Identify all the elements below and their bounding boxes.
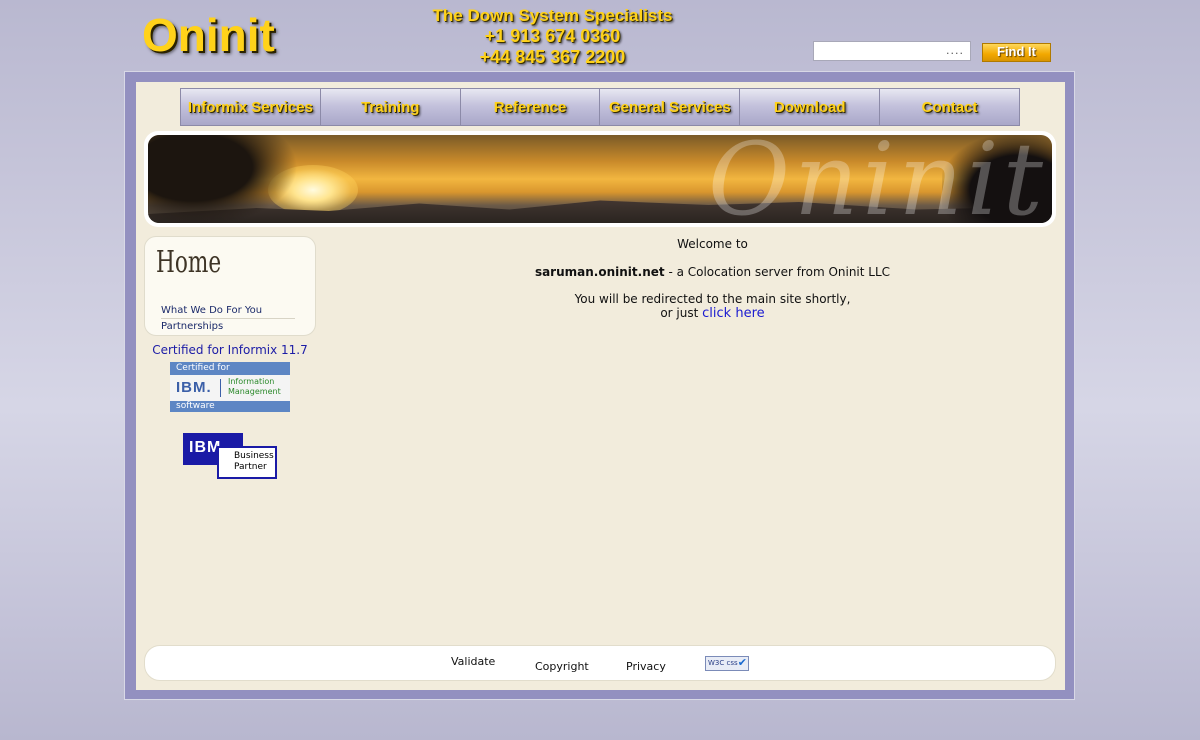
welcome-text: Welcome to bbox=[677, 237, 748, 251]
footer-copyright-link[interactable]: Copyright bbox=[535, 660, 589, 673]
server-line: saruman.oninit.net - a Colocation server… bbox=[420, 264, 1005, 280]
nav-general-services[interactable]: General Services bbox=[600, 89, 741, 125]
nav-informix-services[interactable]: Informix Services bbox=[181, 89, 321, 125]
badge-product-line2: Management bbox=[228, 387, 281, 396]
tree-silhouette-left bbox=[148, 135, 298, 223]
footer-validate-link[interactable]: Validate bbox=[451, 655, 495, 668]
sidebar-link-what-we-do[interactable]: What We Do For You bbox=[161, 303, 295, 319]
sidebar-title: Home bbox=[156, 245, 222, 280]
sidebar-link-partnerships[interactable]: Partnerships bbox=[161, 319, 295, 334]
banner: Oninit bbox=[144, 131, 1056, 227]
main-content: Welcome to saruman.oninit.net - a Coloca… bbox=[420, 236, 1005, 321]
site-logo[interactable]: Oninit bbox=[142, 8, 275, 62]
banner-watermark: Oninit bbox=[708, 135, 1047, 223]
ibm-certified-badge[interactable]: Certified for IBM. Information Managemen… bbox=[170, 362, 290, 412]
w3c-css-badge[interactable]: W3C css ✔ bbox=[705, 656, 749, 671]
nav-contact[interactable]: Contact bbox=[880, 89, 1019, 125]
click-here-link[interactable]: click here bbox=[702, 306, 764, 321]
redirect-line: You will be redirected to the main site … bbox=[574, 292, 851, 306]
partner-line1: Business bbox=[234, 451, 274, 461]
header-tagline-block: The Down System Specialists +1 913 674 0… bbox=[410, 5, 695, 68]
or-just-text: or just bbox=[660, 306, 703, 320]
phone-uk: +44 845 367 2200 bbox=[479, 47, 626, 67]
badge-product: Information Management bbox=[228, 377, 281, 397]
badge-product-line1: Information bbox=[228, 377, 275, 386]
footer-privacy-link[interactable]: Privacy bbox=[626, 660, 666, 673]
ibm-logo-text: IBM. bbox=[176, 379, 212, 396]
sidebar-links: What We Do For You Partnerships bbox=[161, 303, 295, 334]
nav-download[interactable]: Download bbox=[740, 89, 881, 125]
partner-line2: Partner bbox=[234, 462, 267, 472]
checkmark-icon: ✔ bbox=[737, 656, 747, 669]
badge-bottom-text: software bbox=[176, 401, 215, 411]
badge-top-text: Certified for bbox=[176, 363, 230, 373]
main-nav: Informix Services Training Reference Gen… bbox=[180, 88, 1020, 126]
ibm-partner-label[interactable]: Business Partner bbox=[217, 446, 277, 479]
badge-middle: IBM. Information Management bbox=[170, 375, 290, 401]
nav-reference[interactable]: Reference bbox=[461, 89, 601, 125]
certified-informix-text: Certified for Informix 11.7 bbox=[152, 343, 308, 357]
tagline: The Down System Specialists bbox=[432, 6, 673, 25]
find-it-button[interactable]: Find It bbox=[982, 43, 1051, 62]
w3c-badge-text: W3C css bbox=[708, 659, 738, 667]
server-description: - a Colocation server from Oninit LLC bbox=[664, 265, 891, 279]
phone-us: +1 913 674 0360 bbox=[484, 26, 621, 46]
badge-divider bbox=[220, 379, 221, 397]
redirect-text: You will be redirected to the main site … bbox=[420, 292, 1005, 321]
sunset-banner-image: Oninit bbox=[148, 135, 1052, 223]
search-input[interactable]: .... bbox=[813, 41, 971, 61]
nav-training[interactable]: Training bbox=[321, 89, 461, 125]
footer: Validate Copyright Privacy W3C css ✔ bbox=[144, 645, 1056, 681]
server-name: saruman.oninit.net bbox=[534, 265, 665, 279]
sidebar-menu: Home What We Do For You Partnerships bbox=[144, 236, 316, 336]
